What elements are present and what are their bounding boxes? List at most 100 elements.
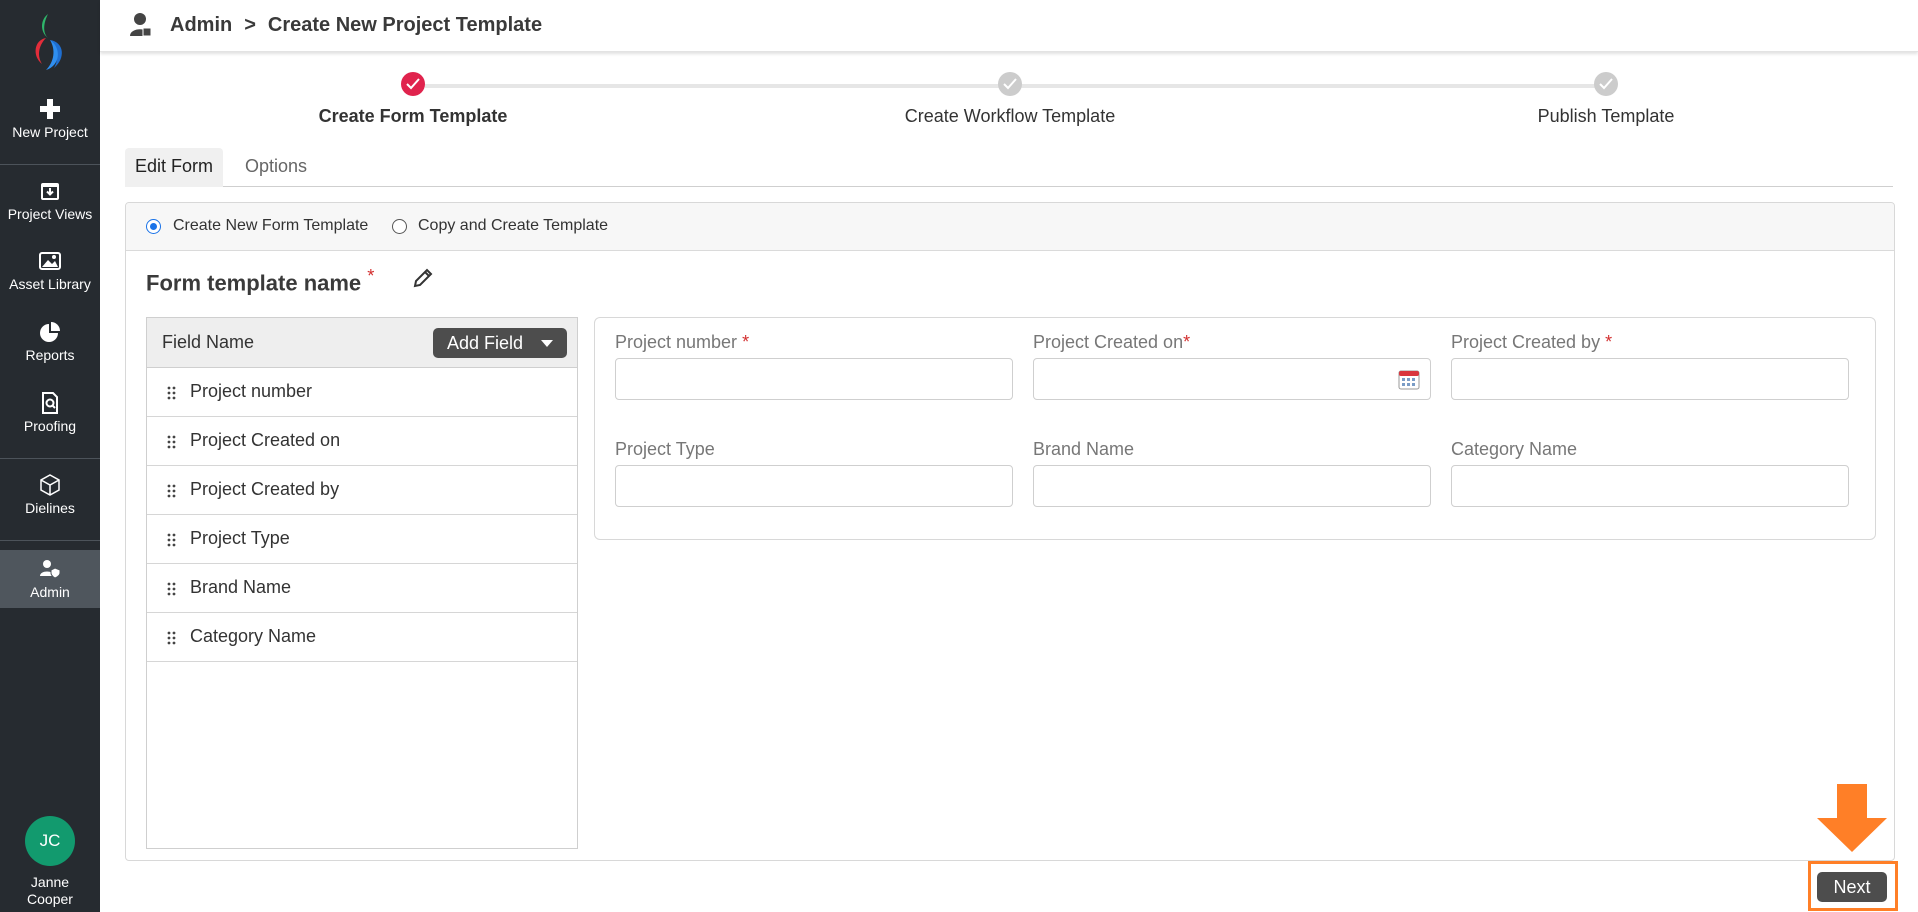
field-list-item[interactable]: Project number bbox=[147, 368, 577, 417]
nav-reports[interactable]: Reports bbox=[0, 321, 100, 363]
nav-label: Asset Library bbox=[9, 276, 91, 292]
field-list-item[interactable]: Project Created by bbox=[147, 466, 577, 515]
nav-proofing[interactable]: Proofing bbox=[0, 392, 100, 434]
user-name: Janne Cooper bbox=[0, 874, 100, 908]
nav-label: Reports bbox=[25, 347, 75, 363]
add-field-button[interactable]: Add Field bbox=[433, 328, 567, 358]
box-icon bbox=[40, 474, 60, 496]
nav-project-views[interactable]: Project Views bbox=[0, 180, 100, 222]
field-label-text: Project Created on bbox=[1033, 332, 1184, 352]
field-label-text: Project Created by bbox=[1451, 332, 1601, 352]
document-search-icon bbox=[42, 392, 58, 414]
breadcrumb-separator: > bbox=[244, 14, 256, 36]
required-mark: * bbox=[367, 265, 375, 286]
pie-chart-icon bbox=[40, 322, 60, 342]
field-list-item-label: Project Created on bbox=[190, 430, 341, 450]
field-label: Project Created by * bbox=[1451, 332, 1612, 353]
required-mark: * bbox=[742, 332, 750, 352]
add-field-label: Add Field bbox=[447, 333, 524, 353]
field-list-header: Field Name Add Field bbox=[147, 318, 577, 368]
sidebar: New Project Project Views Asset Library … bbox=[0, 0, 100, 912]
form-template-panel: Create New Form Template Copy and Create… bbox=[125, 202, 1895, 861]
breadcrumb: Admin > Create New Project Template bbox=[170, 14, 542, 37]
field-list-item-label: Project Created by bbox=[190, 479, 340, 499]
radio-create-new[interactable] bbox=[146, 219, 161, 234]
step-label-publish: Publish Template bbox=[1537, 106, 1675, 126]
nav-label: Admin bbox=[30, 584, 70, 600]
tab-options[interactable]: Options bbox=[235, 148, 317, 187]
field-list-item[interactable]: Project Created on bbox=[147, 417, 577, 466]
field-list-item-label: Brand Name bbox=[190, 577, 292, 597]
tab-edit-form[interactable]: Edit Form bbox=[125, 148, 224, 187]
page-header: Admin > Create New Project Template bbox=[100, 0, 1918, 52]
nav-asset-library[interactable]: Asset Library bbox=[0, 250, 100, 292]
next-button[interactable]: Next bbox=[1817, 872, 1887, 902]
nav-label: Proofing bbox=[23, 418, 77, 434]
project-type-input[interactable] bbox=[615, 465, 1013, 507]
field-label: Brand Name bbox=[1033, 439, 1135, 459]
form-template-name: Form template name * bbox=[146, 265, 374, 296]
user-admin-icon bbox=[130, 13, 152, 37]
plus-icon bbox=[40, 99, 60, 119]
field-list-item-label: Project Type bbox=[190, 528, 290, 548]
app-logo-icon[interactable] bbox=[26, 10, 74, 74]
field-list-item[interactable]: Category Name bbox=[147, 613, 577, 662]
field-list: Field Name Add Field Project number Proj… bbox=[146, 317, 578, 849]
step-label-workflow: Create Workflow Template bbox=[904, 106, 1116, 126]
calendar-icon[interactable] bbox=[1398, 368, 1420, 390]
chevron-down-icon bbox=[541, 340, 553, 347]
nav-dielines[interactable]: Dielines bbox=[0, 474, 100, 516]
form-template-name-text: Form template name bbox=[146, 270, 362, 296]
form-preview: Project number * Project Created on* Pro… bbox=[594, 317, 1876, 540]
image-icon bbox=[39, 252, 61, 270]
project-created-by-input[interactable] bbox=[1451, 358, 1849, 400]
field-list-item-label: Category Name bbox=[190, 626, 317, 646]
field-list-item[interactable]: Project Type bbox=[147, 515, 577, 564]
required-mark: * bbox=[1183, 332, 1191, 352]
nav-label: Dielines bbox=[25, 500, 75, 516]
pencil-icon[interactable] bbox=[412, 267, 434, 289]
download-box-icon bbox=[41, 183, 59, 200]
drag-handle-icon[interactable] bbox=[167, 435, 177, 449]
user-name-text: Janne Cooper bbox=[27, 874, 73, 907]
drag-handle-icon[interactable] bbox=[167, 631, 177, 645]
brand-name-input[interactable] bbox=[1033, 465, 1431, 507]
field-list-item[interactable]: Brand Name bbox=[147, 564, 577, 613]
sidebar-divider bbox=[0, 458, 100, 459]
avatar[interactable]: JC bbox=[25, 816, 75, 866]
radio-copy-create[interactable] bbox=[392, 219, 407, 234]
nav-label: Project Views bbox=[7, 206, 93, 222]
tab-bar: Edit Form Options bbox=[125, 148, 1893, 187]
field-label: Project Created on* bbox=[1033, 332, 1190, 353]
drag-handle-icon[interactable] bbox=[167, 386, 177, 400]
sidebar-divider bbox=[0, 164, 100, 165]
radio-copy-create-label[interactable]: Copy and Create Template bbox=[418, 217, 608, 235]
project-created-on-input[interactable] bbox=[1033, 358, 1431, 400]
drag-handle-icon[interactable] bbox=[167, 582, 177, 596]
sidebar-divider bbox=[0, 540, 100, 541]
breadcrumb-admin[interactable]: Admin bbox=[170, 14, 232, 36]
nav-new-project[interactable]: New Project bbox=[0, 98, 100, 140]
drag-handle-icon[interactable] bbox=[167, 533, 177, 547]
field-label: Category Name bbox=[1451, 439, 1578, 459]
user-shield-icon bbox=[40, 560, 61, 579]
drag-handle-icon[interactable] bbox=[167, 484, 177, 498]
field-list-item-label: Project number bbox=[190, 381, 313, 401]
step-3-check-icon bbox=[1594, 72, 1618, 96]
template-mode-bar: Create New Form Template Copy and Create… bbox=[126, 203, 1894, 251]
category-name-input[interactable] bbox=[1451, 465, 1849, 507]
field-list-title: Field Name bbox=[162, 332, 255, 352]
nav-admin[interactable]: Admin bbox=[0, 550, 100, 608]
field-label-text: Project number bbox=[615, 332, 738, 352]
step-1-done-icon bbox=[401, 72, 425, 96]
step-label-form: Create Form Template bbox=[318, 106, 508, 126]
arrow-down-icon bbox=[1817, 784, 1887, 852]
project-number-input[interactable] bbox=[615, 358, 1013, 400]
field-label: Project Type bbox=[615, 439, 715, 459]
required-mark: * bbox=[1605, 332, 1613, 352]
breadcrumb-current: Create New Project Template bbox=[267, 14, 543, 36]
radio-create-new-label[interactable]: Create New Form Template bbox=[173, 217, 368, 235]
step-2-check-icon bbox=[998, 72, 1022, 96]
field-label: Project number * bbox=[615, 332, 749, 353]
nav-label: New Project bbox=[12, 124, 88, 140]
